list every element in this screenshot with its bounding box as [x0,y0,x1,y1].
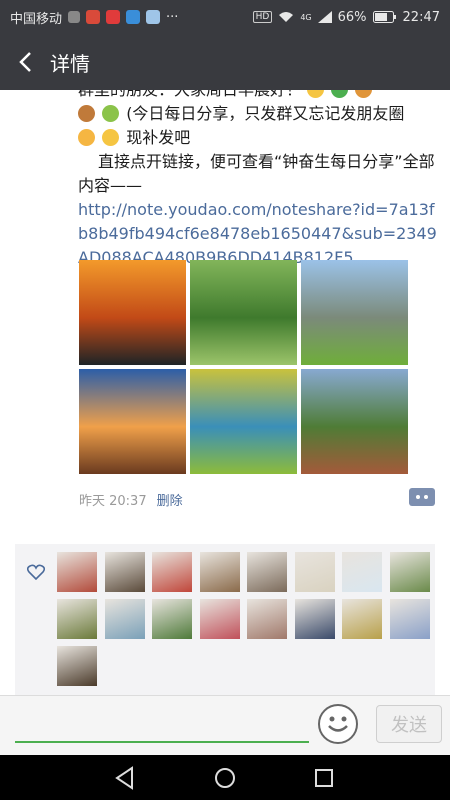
photo-river-fields[interactable] [190,369,297,474]
comment-input-bar: 发送 [0,695,450,755]
liker-avatar[interactable] [104,599,145,639]
battery-icon [372,11,396,23]
emoji-button[interactable] [318,704,358,744]
photo-tea-valley[interactable] [190,260,297,365]
send-button[interactable]: 发送 [376,705,442,743]
clover-emoji-icon [331,90,349,98]
liker-avatar[interactable] [57,552,97,592]
photo-app-icon [126,10,141,24]
post-line-0: 群里的朋友：大家周日早晨好！ [78,90,438,102]
back-arrow-icon [19,52,31,72]
notification-icon [68,11,81,23]
liker-avatar[interactable] [389,599,430,639]
comment-more-button[interactable] [409,488,435,506]
system-nav-bar [0,755,450,800]
signal-icon [317,11,332,23]
grin-emoji-icon [102,129,120,146]
frog-emoji-icon [102,105,120,122]
nav-home-icon[interactable] [210,763,240,793]
page-title: 详情 [50,51,90,76]
photo-heron-sunset[interactable] [79,260,186,365]
liker-avatar[interactable] [294,552,335,592]
liker-avatar[interactable] [152,552,192,592]
smiley-icon [328,716,348,732]
liker-avatar[interactable] [57,646,97,686]
video-app-icon [106,10,121,24]
post-line-3: 直接点开链接，便可查看“钟奋生每日分享”全部内容—— [78,152,435,195]
post-detail: 群里的朋友：大家周日早晨好！ (今日每日分享，只发群又忘记发朋友圈 现补发吧 直… [0,90,450,695]
liker-avatar[interactable] [247,552,287,592]
photo-garden-fountain[interactable] [301,369,408,474]
post-line-1: (今日每日分享，只发群又忘记发朋友圈 [78,102,438,126]
bread-emoji-icon [355,90,373,98]
post-time: 昨天 20:37 [79,494,147,509]
liker-avatar[interactable] [152,599,192,639]
post-line-2: 现补发吧 [78,126,438,150]
mail-app-icon [86,10,101,24]
network-type: 4G [300,12,312,22]
battery-percent: 66% [337,9,367,25]
title-bar: 详情 [0,34,450,90]
wifi-icon [279,12,294,22]
post-text: 群里的朋友：大家周日早晨好！ (今日每日分享，只发群又忘记发朋友圈 现补发吧 直… [78,90,438,270]
status-bar: 中国移动 ··· HD 4G 66% 22:47 [0,0,450,34]
carrier-name: 中国移动 [10,11,63,27]
heart-icon [27,564,45,580]
clock: 22:47 [402,9,440,25]
liker-avatar[interactable] [199,552,240,592]
delete-button[interactable]: 删除 [157,490,183,509]
photo-gazebo-night[interactable] [79,369,186,474]
back-button[interactable] [0,34,50,90]
liker-avatar[interactable] [247,599,287,639]
liker-avatar[interactable] [389,552,430,592]
coffee-emoji-icon [78,105,95,122]
liker-avatar[interactable] [57,599,97,639]
smile-emoji-icon [307,90,325,98]
liker-avatar[interactable] [294,599,335,639]
nav-recents-icon[interactable] [309,763,339,793]
liker-avatar[interactable] [342,552,382,592]
more-notifications-icon: ··· [166,9,179,25]
liker-avatar[interactable] [199,599,240,639]
photo-mountain-meadow[interactable] [301,260,408,365]
tongue-emoji-icon [78,129,95,146]
weather-icon [146,10,161,24]
liker-avatar[interactable] [104,552,145,592]
comment-input[interactable] [15,741,309,743]
likes-panel [15,544,435,695]
liker-avatar[interactable] [342,599,382,639]
nav-back-icon[interactable] [110,763,140,793]
hd-badge: HD [252,11,273,23]
post-meta: 昨天 20:37 删除 [79,490,183,509]
